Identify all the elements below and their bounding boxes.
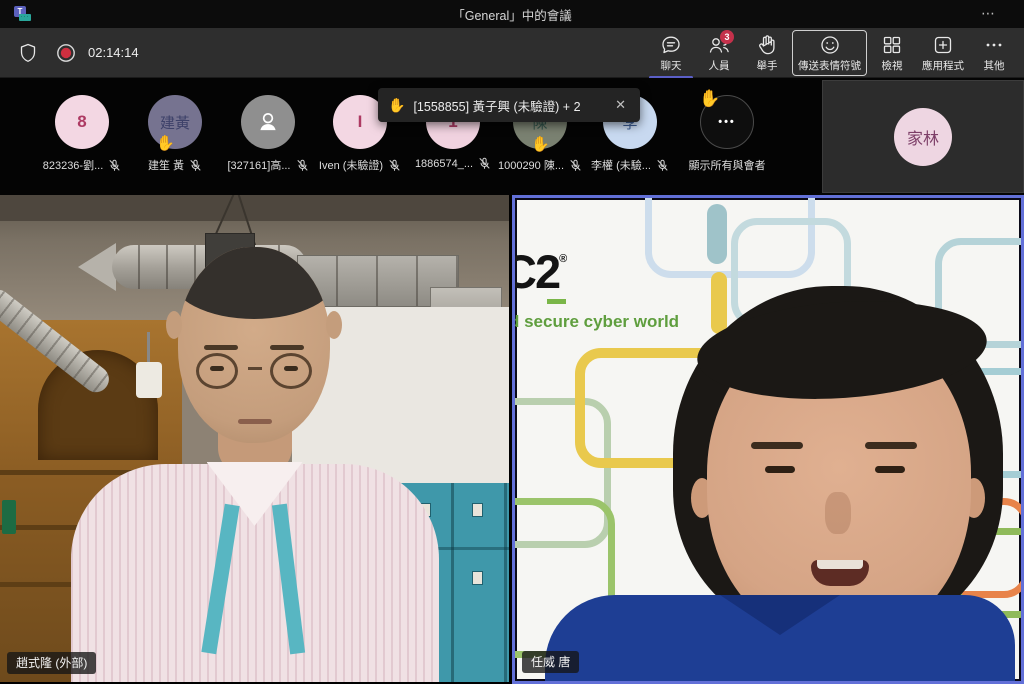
mic-off-icon — [388, 159, 401, 172]
person-left — [0, 195, 509, 682]
recording-timer: 02:14:14 — [88, 45, 139, 60]
more-ellipsis-icon — [982, 34, 1006, 56]
avatar-initials: 8 — [77, 112, 86, 132]
raised-hand-toast: ✋ [1558855] 黃子興 (未驗證) + 2 ✕ — [378, 88, 640, 122]
video-tile-avatar-only[interactable]: 家林 — [822, 80, 1024, 193]
participant-strip: 8 823236-劉... 建黃 ✋ 建笙 黃 [327161]高... — [0, 78, 1024, 195]
window-title: 「General」中的會議 — [0, 5, 1024, 24]
participant-tile[interactable]: [327161]高... — [222, 78, 314, 195]
bg-shape — [707, 204, 727, 264]
toast-close-icon[interactable]: ✕ — [611, 95, 630, 115]
grid-view-icon — [880, 34, 904, 56]
avatar-initials: I — [358, 112, 363, 132]
chat-button[interactable]: 聊天 — [648, 30, 694, 76]
more-label: 其他 — [984, 58, 1005, 73]
meeting-toolbar: 02:14:14 聊天 人員 3 — [0, 28, 1024, 78]
avatar — [241, 95, 295, 149]
avatar: 家林 — [894, 108, 952, 166]
view-button[interactable]: 檢視 — [869, 30, 915, 76]
apps-plus-icon — [931, 34, 955, 56]
raise-hand-icon — [755, 34, 779, 56]
participant-name: 李權 (未驗... — [591, 157, 651, 173]
participant-name: 建笙 黃 — [148, 157, 184, 173]
participant-name: 1886574_... — [415, 158, 473, 170]
participant-name: 823236-劉... — [43, 157, 104, 173]
bg-shape — [711, 272, 727, 334]
avatar: 8 — [55, 95, 109, 149]
view-label: 檢視 — [882, 58, 903, 73]
raise-hand-label: 舉手 — [757, 58, 778, 73]
isc2-tagline: d secure cyber world — [512, 312, 679, 332]
mic-off-icon — [478, 157, 491, 170]
overflow-dots: ••• — [718, 116, 736, 128]
toolbar-right-group: 聊天 人員 3 舉手 — [647, 27, 1024, 79]
more-button[interactable]: 其他 — [971, 30, 1017, 76]
emoji-icon — [818, 34, 842, 56]
participant-tile[interactable]: 8 823236-劉... — [36, 78, 128, 195]
people-count-badge: 3 — [720, 30, 734, 44]
window-more-button[interactable]: ⋯ — [975, 0, 1002, 28]
show-all-participants-tile[interactable]: ••• ✋ 顯示所有與會者 — [681, 78, 773, 195]
send-reaction-label: 傳送表情符號 — [798, 58, 861, 73]
name-tag-left: 趙式隆 (外部) — [7, 652, 96, 674]
isc2-logo-text: C2® — [512, 244, 567, 299]
avatar: 建黃 ✋ — [148, 95, 202, 149]
recording-indicator-icon — [54, 42, 78, 64]
mic-off-icon — [108, 159, 121, 172]
title-bar: T··· 「General」中的會議 ⋯ — [0, 0, 1024, 28]
mic-off-icon — [189, 159, 202, 172]
chat-icon — [659, 34, 683, 56]
overflow-avatar: ••• ✋ — [700, 95, 754, 149]
video-tile-right-selected[interactable]: C2® d secure cyber world 任威 唐 — [512, 195, 1024, 684]
shield-icon — [16, 42, 40, 64]
toolbar-left-group: 02:14:14 — [0, 42, 139, 64]
show-all-label: 顯示所有與會者 — [689, 157, 766, 173]
apps-button[interactable]: 應用程式 — [917, 30, 969, 76]
raised-hand-emoji: ✋ — [388, 97, 405, 114]
mic-off-icon — [296, 159, 309, 172]
mic-off-icon — [656, 159, 669, 172]
mic-off-icon — [569, 159, 582, 172]
people-button[interactable]: 人員 3 — [696, 30, 742, 76]
participant-name: Iven (未驗證) — [319, 157, 383, 173]
people-label: 人員 — [709, 58, 730, 73]
avatar-initials: 建黃 — [160, 112, 190, 133]
video-tile-left[interactable]: 趙式隆 (外部) — [0, 195, 509, 682]
name-tag-right: 任威 唐 — [522, 651, 579, 673]
participant-tile[interactable]: 建黃 ✋ 建笙 黃 — [129, 78, 221, 195]
raise-hand-button[interactable]: 舉手 — [744, 30, 790, 76]
person-icon — [255, 109, 281, 135]
participant-name: 1000290 陳... — [498, 157, 564, 173]
isc2-logo-underscore — [547, 299, 566, 304]
teams-app-icon: T··· — [14, 6, 32, 22]
avatar-initials: 家林 — [907, 125, 939, 149]
raised-hand-emoji: ✋ — [156, 136, 175, 151]
person-right-shirt — [545, 595, 1015, 684]
raised-hand-emoji: ✋ — [531, 137, 550, 152]
raised-hand-emoji: ✋ — [699, 90, 720, 107]
toast-text: [1558855] 黃子興 (未驗證) + 2 — [413, 96, 580, 115]
apps-label: 應用程式 — [922, 58, 964, 73]
participant-name: [327161]高... — [228, 157, 291, 173]
video-stage: 趙式隆 (外部) C2® d secure cyber world — [0, 195, 1024, 684]
send-reaction-button[interactable]: 傳送表情符號 — [792, 30, 867, 76]
chat-label: 聊天 — [661, 58, 682, 73]
person-left-head — [178, 247, 330, 443]
